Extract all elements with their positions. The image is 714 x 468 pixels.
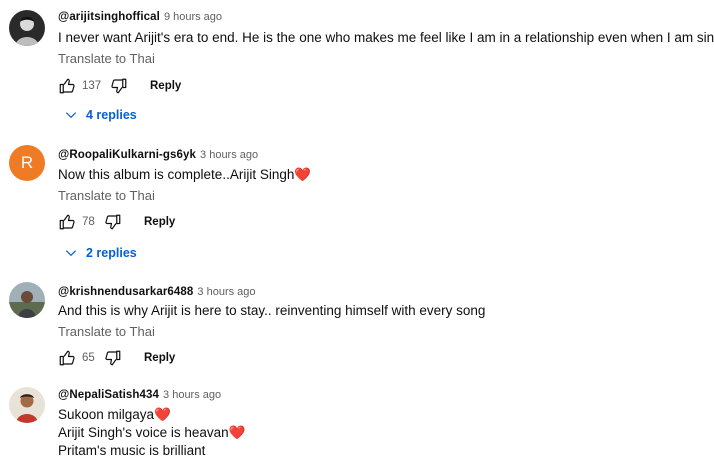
timestamp[interactable]: 9 hours ago (164, 11, 222, 23)
author-name[interactable]: @NepaliSatish434 (58, 389, 159, 401)
avatar[interactable] (9, 282, 45, 318)
comment-actions: 65 Reply (58, 348, 175, 368)
translate-link[interactable]: Translate to Thai (58, 324, 155, 339)
comment-actions: 78 Reply (58, 212, 175, 232)
comment-line: Sukoon milgaya❤️ (58, 406, 245, 424)
heart-emoji: ❤️ (154, 407, 171, 422)
dislike-icon[interactable] (104, 213, 122, 231)
comment-text: I never want Arijit's era to end. He is … (58, 30, 714, 45)
timestamp[interactable]: 3 hours ago (200, 149, 258, 161)
heart-emoji: ❤️ (294, 167, 312, 182)
author-name[interactable]: @RoopaliKulkarni-gs6yk (58, 149, 196, 161)
like-count: 137 (82, 80, 102, 92)
comment-line: Now this album is complete..Arijit Singh (58, 167, 295, 182)
avatar[interactable] (9, 387, 45, 423)
comment-line: Arijit Singh's voice is heavan❤️ (58, 424, 245, 442)
like-icon[interactable] (58, 213, 76, 231)
comment-line-text: Pritam's music is brilliant (58, 443, 206, 458)
avatar[interactable]: R (9, 145, 45, 181)
author-line: @NepaliSatish434 3 hours ago (58, 389, 221, 401)
comment-line-text: Sukoon milgaya (58, 407, 155, 422)
comment-line: Pritam's music is brilliant (58, 442, 245, 460)
like-count: 78 (82, 216, 95, 228)
timestamp[interactable]: 3 hours ago (163, 389, 221, 401)
view-replies-button[interactable]: 4 replies (64, 108, 137, 122)
comment-text: Now this album is complete..Arijit Singh… (58, 166, 311, 184)
translate-link[interactable]: Translate to Thai (58, 188, 155, 203)
comment-text: Sukoon milgaya❤️ Arijit Singh's voice is… (58, 406, 245, 460)
author-name[interactable]: @arijitsinghoffical (58, 11, 160, 23)
translate-link[interactable]: Translate to Thai (58, 51, 155, 66)
author-name[interactable]: @krishnendusarkar6488 (58, 286, 193, 298)
reply-button[interactable]: Reply (150, 80, 181, 92)
view-replies-button[interactable]: 2 replies (64, 246, 137, 260)
author-line: @RoopaliKulkarni-gs6yk 3 hours ago (58, 149, 258, 161)
replies-label[interactable]: 2 replies (86, 246, 137, 260)
like-icon[interactable] (58, 77, 76, 95)
comment-actions: 137 Reply (58, 76, 181, 96)
replies-label[interactable]: 4 replies (86, 108, 137, 122)
dislike-icon[interactable] (104, 349, 122, 367)
dislike-icon[interactable] (110, 77, 128, 95)
author-line: @arijitsinghoffical 9 hours ago (58, 11, 222, 23)
like-icon[interactable] (58, 349, 76, 367)
heart-emoji: ❤️ (228, 425, 246, 440)
author-line: @krishnendusarkar6488 3 hours ago (58, 286, 256, 298)
like-count: 65 (82, 352, 95, 364)
reply-button[interactable]: Reply (144, 352, 175, 364)
timestamp[interactable]: 3 hours ago (197, 286, 255, 298)
comment-text: And this is why Arijit is here to stay..… (58, 303, 486, 318)
chevron-down-icon (65, 250, 77, 257)
comment-line-text: Arijit Singh's voice is heavan (58, 425, 229, 440)
reply-button[interactable]: Reply (144, 216, 175, 228)
avatar[interactable] (9, 10, 45, 46)
chevron-down-icon (65, 112, 77, 119)
